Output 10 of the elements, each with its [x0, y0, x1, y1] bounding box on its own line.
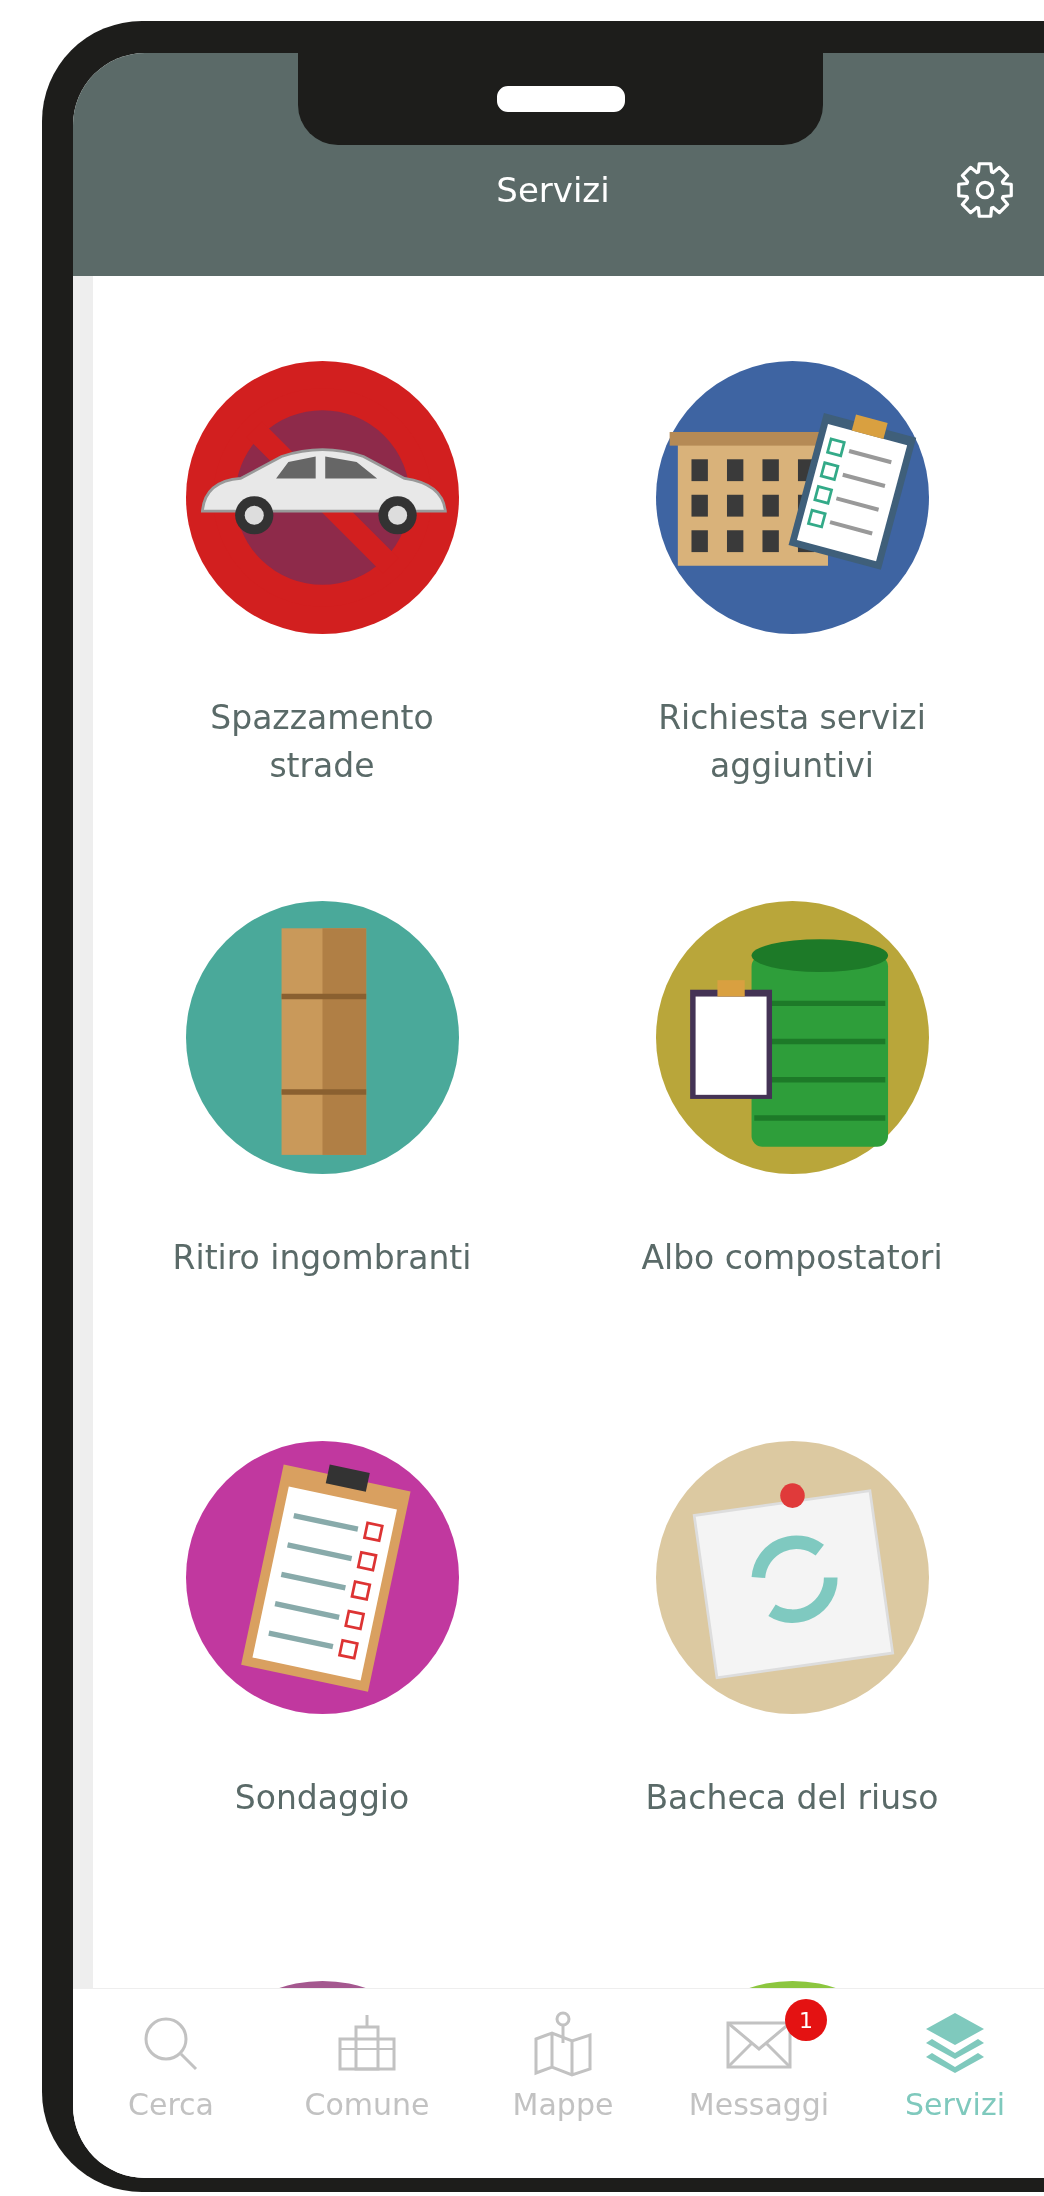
service-label[interactable]: Richiesta servizi aggiuntivi: [627, 694, 957, 790]
nav-tab[interactable]: Messaggi 1: [661, 1999, 857, 2178]
service-label[interactable]: Ritiro ingombranti: [172, 1234, 472, 1282]
header-title: Servizi: [496, 169, 610, 210]
service-label[interactable]: Spazzamento strade: [157, 694, 487, 790]
service-label[interactable]: Albo compostatori: [641, 1234, 943, 1282]
unread-badge: 1: [785, 1999, 827, 2041]
speaker-icon: [494, 84, 627, 114]
service-label[interactable]: Sondaggio: [234, 1774, 410, 1822]
service-label[interactable]: Bacheca del riuso: [645, 1774, 939, 1822]
